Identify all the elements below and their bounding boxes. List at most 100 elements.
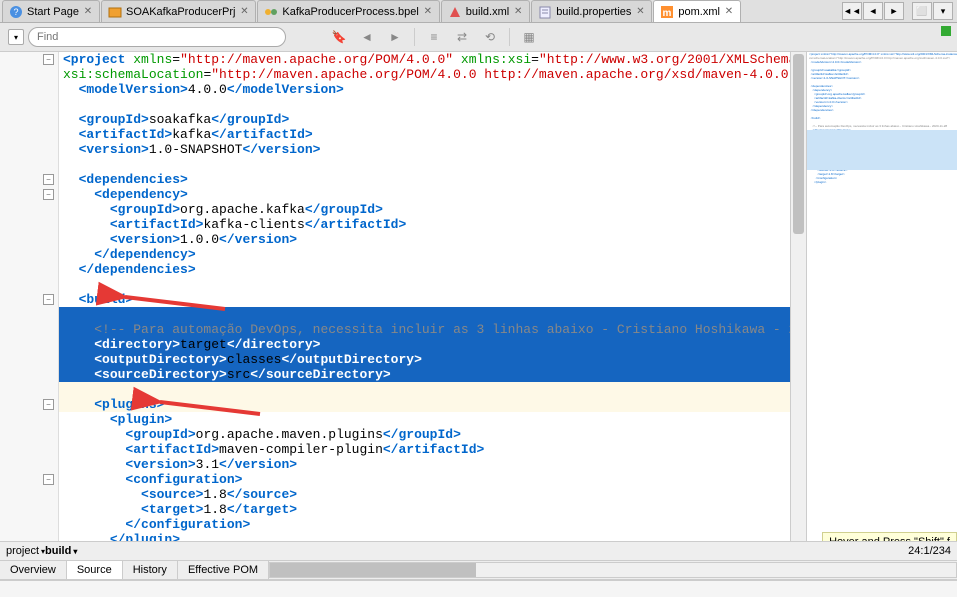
bottom-tab-history[interactable]: History (123, 561, 178, 579)
nav-button[interactable]: ► (884, 2, 904, 20)
code-line[interactable] (59, 307, 790, 322)
code-line[interactable]: <dependency> (59, 187, 790, 202)
indent-icon[interactable]: ≡ (423, 26, 445, 48)
tab-start-page[interactable]: ? Start Page ✕ (2, 0, 100, 22)
bottom-tabs: OverviewSourceHistoryEffective POM (0, 561, 957, 580)
cursor-position: 24:1/234 (908, 545, 951, 557)
code-line[interactable]: <version>1.0-SNAPSHOT</version> (59, 142, 790, 157)
nav-button[interactable]: ◄◄ (842, 2, 862, 20)
close-icon[interactable]: ✕ (724, 7, 734, 17)
code-line[interactable]: <sourceDirectory>src</sourceDirectory> (59, 367, 790, 382)
code-line[interactable]: <build> (59, 292, 790, 307)
code-line[interactable]: <artifactId>maven-compiler-plugin</artif… (59, 442, 790, 457)
code-line[interactable]: <version>1.0.0</version> (59, 232, 790, 247)
code-line[interactable]: <version>3.1</version> (59, 457, 790, 472)
code-line[interactable]: <artifactId>kafka</artifactId> (59, 127, 790, 142)
close-icon[interactable]: ✕ (423, 7, 433, 17)
code-line[interactable]: <groupId>org.apache.maven.plugins</group… (59, 427, 790, 442)
breadcrumb-item[interactable]: build (45, 545, 77, 557)
nav-button-group: ◄◄◄►⬜▾ (838, 0, 957, 22)
project-icon (108, 5, 122, 19)
fold-toggle[interactable]: − (43, 189, 54, 200)
tooltip-hint: Hover and Press "Shift" f (822, 532, 957, 541)
bottom-tab-overview[interactable]: Overview (0, 561, 67, 579)
code-line[interactable] (59, 97, 790, 112)
prev-bookmark-icon[interactable]: ◄ (356, 26, 378, 48)
code-line[interactable] (59, 157, 790, 172)
vertical-scrollbar[interactable] (790, 52, 806, 541)
code-line[interactable]: <outputDirectory>classes</outputDirector… (59, 352, 790, 367)
status-bar (0, 580, 957, 597)
code-line[interactable] (59, 382, 790, 397)
bottom-tab-effective-pom[interactable]: Effective POM (178, 561, 269, 579)
code-line[interactable]: <target>1.8</target> (59, 502, 790, 517)
code-line[interactable]: <dependencies> (59, 172, 790, 187)
bookmark-icon[interactable]: 🔖 (328, 26, 350, 48)
breadcrumb: project build 24:1/234 (0, 541, 957, 561)
search-dropdown[interactable]: ▾ (8, 29, 24, 45)
close-icon[interactable]: ✕ (513, 7, 523, 17)
fold-toggle[interactable]: − (43, 399, 54, 410)
editor-tabs: ?Start Page✕SOAKafkaProducerPrj✕KafkaPro… (0, 0, 957, 23)
next-bookmark-icon[interactable]: ► (384, 26, 406, 48)
code-line[interactable]: <!-- Para automação DevOps, necessita in… (59, 322, 790, 337)
code-line[interactable]: </plugin> (59, 532, 790, 541)
tab-kafkaproducerprocess-bpel[interactable]: KafkaProducerProcess.bpel ✕ (257, 0, 439, 22)
status-square-icon (941, 26, 951, 36)
bottom-tab-source[interactable]: Source (67, 561, 123, 579)
search-group: ▾ (8, 27, 286, 47)
code-line[interactable]: </dependency> (59, 247, 790, 262)
code-line[interactable]: </dependencies> (59, 262, 790, 277)
fold-toggle[interactable]: − (43, 174, 54, 185)
editor-toolbar: ▾ 🔖 ◄ ► ≡ ⇄ ⟲ ▦ (0, 23, 957, 52)
tab-label: Start Page (27, 6, 79, 18)
code-line[interactable]: <groupId>soakafka</groupId> (59, 112, 790, 127)
close-icon[interactable]: ✕ (239, 7, 249, 17)
scrollbar-thumb[interactable] (793, 54, 804, 234)
fold-toggle[interactable]: − (43, 54, 54, 65)
format-icon[interactable]: ⟲ (479, 26, 501, 48)
nav-button[interactable]: ▾ (933, 2, 953, 20)
code-line[interactable]: <source>1.8</source> (59, 487, 790, 502)
minimap[interactable]: <project xmlns="http://maven.apache.org/… (806, 52, 957, 541)
code-line[interactable]: <plugin> (59, 412, 790, 427)
code-line[interactable]: </configuration> (59, 517, 790, 532)
tab-label: KafkaProducerProcess.bpel (282, 6, 418, 18)
fold-toggle[interactable]: − (43, 474, 54, 485)
tab-pom-xml[interactable]: m pom.xml ✕ (653, 0, 741, 22)
close-icon[interactable]: ✕ (635, 7, 645, 17)
bpel-icon (264, 5, 278, 19)
tab-build-xml[interactable]: build.xml ✕ (441, 0, 530, 22)
close-icon[interactable]: ✕ (83, 7, 93, 17)
tab-label: SOAKafkaProducerPrj (126, 6, 235, 18)
code-line[interactable]: <modelVersion>4.0.0</modelVersion> (59, 82, 790, 97)
maven-icon: m (660, 5, 674, 19)
code-line[interactable]: xsi:schemaLocation="http://maven.apache.… (59, 67, 790, 82)
fold-toggle[interactable]: − (43, 294, 54, 305)
props-icon (538, 5, 552, 19)
ant-icon (448, 5, 462, 19)
code-line[interactable]: <artifactId>kafka-clients</artifactId> (59, 217, 790, 232)
code-editor[interactable]: <project xmlns="http://maven.apache.org/… (59, 52, 790, 541)
tab-label: pom.xml (678, 6, 720, 18)
code-line[interactable]: <configuration> (59, 472, 790, 487)
outdent-icon[interactable]: ⇄ (451, 26, 473, 48)
breadcrumb-item[interactable]: project (6, 545, 45, 557)
code-line[interactable]: <project xmlns="http://maven.apache.org/… (59, 52, 790, 67)
search-input[interactable] (28, 27, 286, 47)
nav-button[interactable]: ◄ (863, 2, 883, 20)
code-line[interactable]: <groupId>org.apache.kafka</groupId> (59, 202, 790, 217)
svg-text:?: ? (13, 7, 18, 17)
line-gutter: − − − − − − (0, 52, 59, 541)
tab-label: build.properties (556, 6, 631, 18)
code-line[interactable] (59, 277, 790, 292)
code-line[interactable]: <plugins> (59, 397, 790, 412)
grid-icon[interactable]: ▦ (518, 26, 540, 48)
tab-soakafkaproducerprj[interactable]: SOAKafkaProducerPrj ✕ (101, 0, 256, 22)
code-line[interactable]: <directory>target</directory> (59, 337, 790, 352)
tab-label: build.xml (466, 6, 509, 18)
tab-build-properties[interactable]: build.properties ✕ (531, 0, 652, 22)
nav-button[interactable]: ⬜ (912, 2, 932, 20)
start-icon: ? (9, 5, 23, 19)
horizontal-scrollbar[interactable] (269, 561, 957, 579)
